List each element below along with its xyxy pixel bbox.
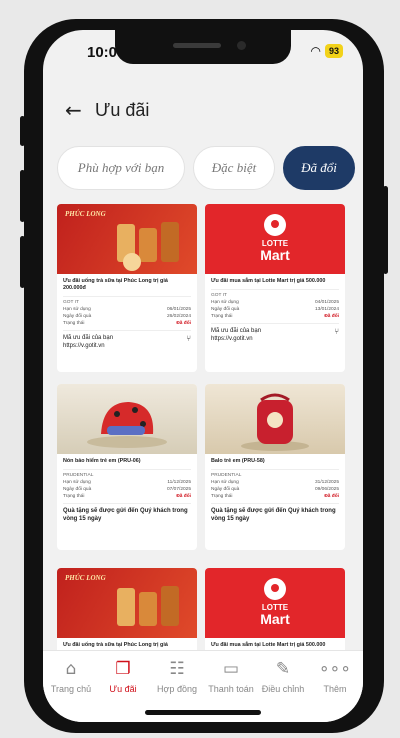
voucher-code: Mã ưu đãi của bạn https://v.gotit.vn ⑂: [63, 330, 191, 350]
nav-home[interactable]: ⌂ Trang chủ: [45, 659, 97, 694]
detail-row: Trạng thái Đã đổi: [211, 314, 339, 319]
gift-icon: ❐: [115, 659, 131, 679]
tab-suitable[interactable]: Phù hợp với bạn: [57, 146, 185, 190]
voucher-card[interactable]: Balo trẻ em (PRU-58) PRUDENTIAL Hạn sử d…: [205, 384, 345, 550]
voucher-title: Ưu đãi mua sắm tại Lotte Mart trị giá 50…: [211, 642, 326, 648]
detail-row: Ngày đổi quà 13/01/2024: [211, 307, 339, 312]
battery-icon: 93: [324, 44, 343, 58]
detail-row: Hạn sử dụng 31/12/2025: [211, 480, 339, 485]
provider: PRUDENTIAL: [63, 469, 191, 478]
provider: PRUDENTIAL: [211, 469, 339, 478]
lotte-mart-logo: LOTTE Mart: [248, 214, 302, 262]
nav-payment[interactable]: ▭ Thanh toán: [205, 659, 257, 694]
detail-row: Trạng thái Đã đổi: [63, 494, 191, 499]
share-icon[interactable]: ⑂: [186, 334, 191, 343]
voucher-image: [57, 384, 197, 454]
drinks-illustration: [117, 586, 179, 626]
voucher-title: Ưu đãi uống trà sữa tại Phúc Long trị gi…: [63, 278, 168, 291]
voucher-title: Ưu đãi mua sắm tại Lotte Mart trị giá 50…: [211, 278, 326, 284]
page-title: Ưu đãi: [95, 100, 150, 120]
tab-special[interactable]: Đặc biệt: [193, 146, 275, 190]
voucher-title: Nón bảo hiểm trẻ em (PRU-06): [63, 458, 141, 464]
volume-down-button: [20, 236, 25, 288]
detail-row: Hạn sử dụng 11/12/2025: [63, 480, 191, 485]
voucher-image: [205, 384, 345, 454]
voucher-title: Balo trẻ em (PRU-58): [211, 458, 265, 464]
voucher-card[interactable]: LOTTE Mart Ưu đãi mua sắm tại Lotte Mart…: [205, 204, 345, 372]
header: ← Ưu đãi: [43, 88, 363, 132]
nav-adjust[interactable]: ✎ Điều chỉnh: [257, 659, 309, 694]
home-icon: ⌂: [65, 659, 77, 679]
home-indicator[interactable]: [145, 710, 261, 715]
power-button: [383, 186, 388, 274]
provider: GOT IT: [211, 289, 339, 298]
voucher-card[interactable]: Nón bảo hiểm trẻ em (PRU-06) PRUDENTIAL …: [57, 384, 197, 550]
camera: [237, 41, 246, 50]
detail-row: Ngày đổi quà 09/06/2025: [211, 487, 339, 492]
drinks-illustration: [117, 222, 179, 271]
mute-switch: [20, 116, 25, 146]
nav-more[interactable]: ∘∘∘ Thêm: [309, 659, 361, 694]
notch: [115, 30, 291, 64]
voucher-image: PHÚC LONG: [57, 568, 197, 638]
detail-row: Trạng thái Đã đổi: [211, 494, 339, 499]
speaker: [173, 43, 221, 48]
detail-row: Hạn sử dụng 04/01/2025: [211, 300, 339, 305]
more-icon: ∘∘∘: [319, 659, 351, 679]
gift-note: Quà tặng sẽ được gửi đến Quý khách trong…: [63, 503, 191, 523]
voucher-card[interactable]: PHÚC LONG Ưu đãi uống trà sữa tại Phúc L…: [57, 204, 197, 372]
backpack-illustration: [241, 393, 309, 451]
detail-row: Hạn sử dụng 06/01/2025: [63, 307, 191, 312]
status-icons: ◠ 93: [310, 44, 343, 58]
share-icon[interactable]: ⑂: [334, 327, 339, 336]
voucher-image: LOTTE Mart: [205, 568, 345, 638]
gift-note: Quà tặng sẽ được gửi đến Quý khách trong…: [211, 503, 339, 523]
wifi-icon: ◠: [310, 44, 321, 58]
nav-contract[interactable]: ☷ Hợp đồng: [151, 659, 203, 694]
screen: 10:0 ◠ 93 ← Ưu đãi Phù hợp với bạn Đặc b…: [43, 30, 363, 722]
payment-icon: ▭: [222, 659, 240, 679]
detail-row: Trạng thái Đã đổi: [63, 321, 191, 326]
voucher-card[interactable]: LOTTE Mart Ưu đãi mua sắm tại Lotte Mart…: [205, 568, 345, 658]
detail-row: Ngày đổi quà 07/07/2025: [63, 487, 191, 492]
voucher-title: Ưu đãi uống trà sữa tại Phúc Long trị gi…: [63, 642, 168, 648]
voucher-code: Mã ưu đãi của bạn https://v.gotit.vn ⑂: [211, 323, 339, 343]
voucher-image: LOTTE Mart: [205, 204, 345, 274]
volume-up-button: [20, 170, 25, 222]
provider: GOT IT: [63, 296, 191, 305]
contract-icon: ☷: [169, 659, 185, 679]
back-arrow-icon[interactable]: ←: [65, 98, 82, 122]
edit-icon: ✎: [275, 659, 291, 679]
helmet-illustration: [87, 402, 167, 448]
tab-bar: Phù hợp với bạn Đặc biệt Đã đổi: [57, 146, 363, 190]
voucher-card[interactable]: PHÚC LONG Ưu đãi uống trà sữa tại Phúc L…: [57, 568, 197, 658]
status-time: 10:0: [87, 44, 118, 61]
tab-redeemed[interactable]: Đã đổi: [283, 146, 355, 190]
nav-offers[interactable]: ❐ Ưu đãi: [97, 659, 149, 694]
detail-row: Ngày đổi quà 26/02/2024: [63, 314, 191, 319]
lotte-mart-logo: LOTTE Mart: [248, 578, 302, 626]
voucher-image: PHÚC LONG: [57, 204, 197, 274]
